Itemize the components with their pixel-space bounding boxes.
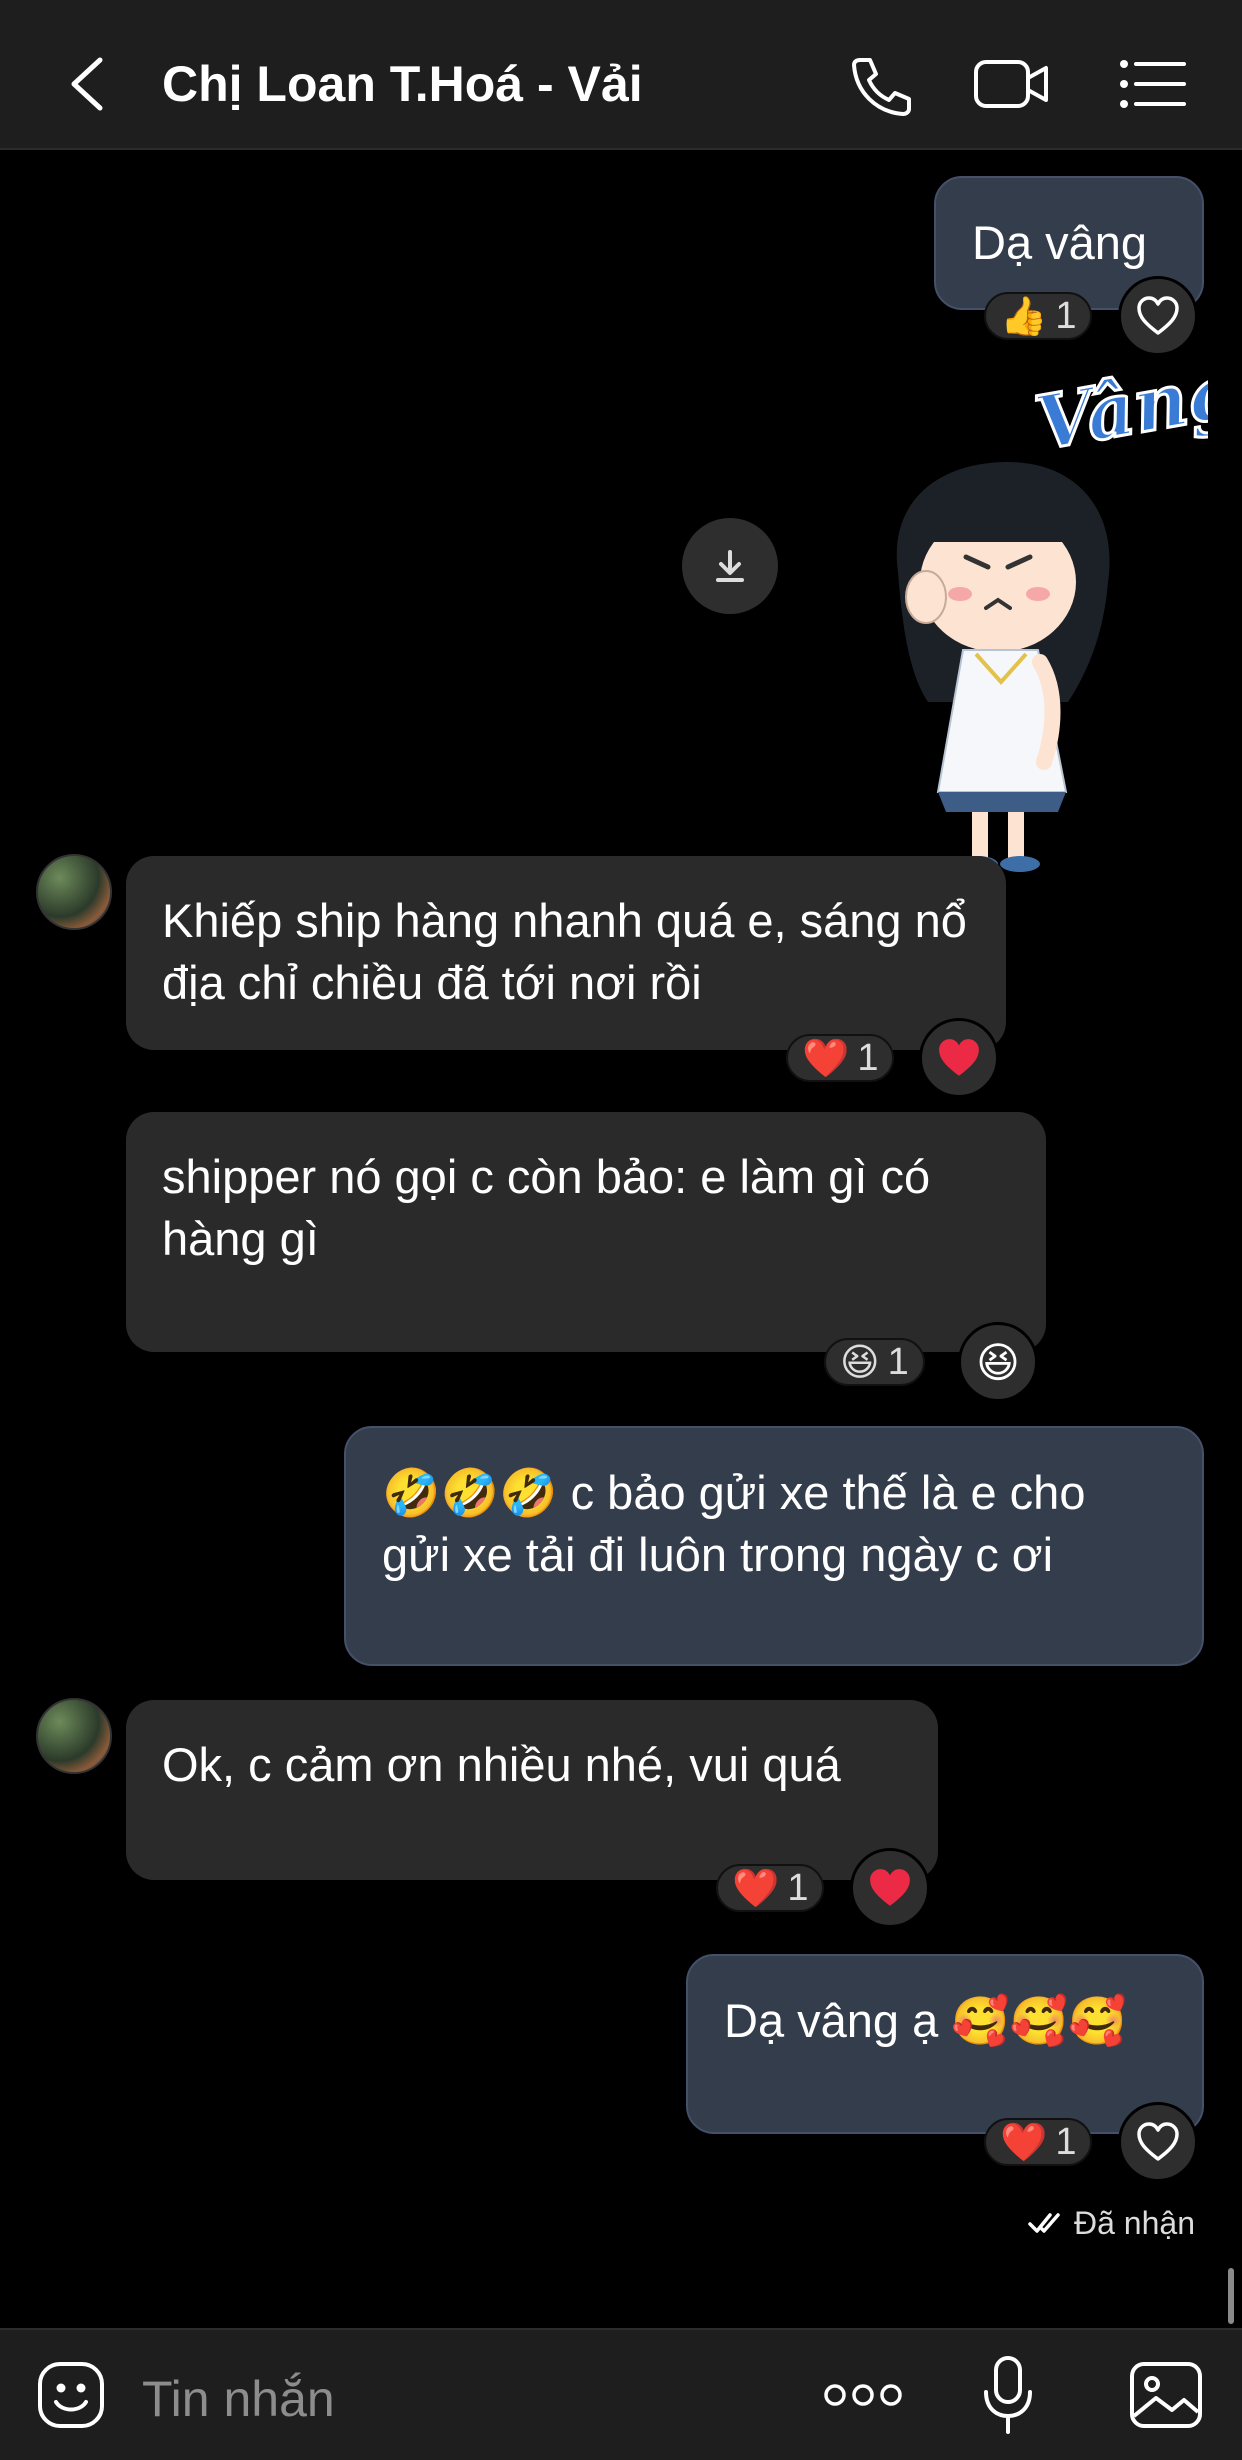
outgoing-message[interactable]: 🤣🤣🤣 c bảo gửi xe thế là e cho gửi xe tải… xyxy=(344,1426,1204,1666)
heart-reaction-icon: ❤️ xyxy=(1000,2119,1048,2164)
thumbs-up-icon: 👍 xyxy=(1000,293,1048,338)
react-heart-button[interactable] xyxy=(1118,276,1198,356)
double-check-icon xyxy=(1028,2213,1060,2233)
message-text: Dạ vâng xyxy=(972,216,1148,269)
reaction-summary[interactable]: ❤️ 1 xyxy=(786,1034,895,1082)
download-button[interactable] xyxy=(682,518,778,614)
react-heart-button[interactable] xyxy=(1118,2102,1198,2182)
incoming-message[interactable]: shipper nó gọi c còn bảo: e làm gì có hà… xyxy=(126,1112,1046,1352)
sticker-image[interactable]: Vâng xyxy=(868,372,1208,912)
message-text: shipper nó gọi c còn bảo: e làm gì có hà… xyxy=(162,1150,931,1265)
message-text: Ok, c cảm ơn nhiều nhé, vui quá xyxy=(162,1738,841,1791)
reaction-count: 1 xyxy=(857,1036,879,1079)
heart-filled-icon xyxy=(939,1039,979,1076)
reaction-summary[interactable]: ❤️ 1 xyxy=(716,1864,825,1912)
avatar[interactable] xyxy=(36,1698,112,1774)
chevron-left-icon[interactable] xyxy=(62,52,110,116)
react-heart-button[interactable] xyxy=(919,1018,999,1098)
composer-bar: Tin nhắn xyxy=(0,2328,1242,2460)
list-menu-icon[interactable] xyxy=(1114,52,1194,116)
message-text: Dạ vâng ạ 🥰🥰🥰 xyxy=(724,1994,1127,2047)
reaction-count: 1 xyxy=(787,1866,809,1909)
reaction-count: 1 xyxy=(887,1340,909,1383)
heart-filled-icon xyxy=(870,1869,910,1906)
reaction-count: 1 xyxy=(1055,294,1077,337)
reaction-summary[interactable]: ❤️ 1 xyxy=(984,2118,1093,2166)
incoming-message[interactable]: Ok, c cảm ơn nhiều nhé, vui quá xyxy=(126,1700,938,1880)
message-text: 🤣🤣🤣 c bảo gửi xe thế là e cho gửi xe tải… xyxy=(382,1466,1086,1581)
message-text: Khiếp ship hàng nhanh quá e, sáng nổ địa… xyxy=(162,894,967,1009)
heart-outline-icon xyxy=(1137,2122,1179,2161)
react-heart-button[interactable] xyxy=(850,1848,930,1928)
heart-reaction-icon: ❤️ xyxy=(732,1865,780,1910)
sticker-caption: Vâng xyxy=(1029,372,1208,467)
status-label: Đã nhận xyxy=(1074,2204,1195,2241)
avatar[interactable] xyxy=(36,854,112,930)
chat-title[interactable]: Chị Loan T.Hoá - Vải xyxy=(162,50,643,118)
delivery-status: Đã nhận xyxy=(1028,2200,1195,2246)
chat-header: Chị Loan T.Hoá - Vải xyxy=(0,0,1242,150)
more-dots-icon[interactable] xyxy=(822,2380,904,2410)
heart-outline-icon xyxy=(1137,296,1179,335)
heart-reaction-icon: ❤️ xyxy=(802,1035,850,1080)
download-icon xyxy=(716,550,744,582)
message-input[interactable]: Tin nhắn xyxy=(142,2370,335,2428)
reaction-summary[interactable]: 😆 1 xyxy=(824,1338,925,1386)
reaction-count: 1 xyxy=(1055,2120,1077,2163)
react-laugh-button[interactable]: 😆 xyxy=(958,1322,1038,1402)
incoming-message[interactable]: Khiếp ship hàng nhanh quá e, sáng nổ địa… xyxy=(126,856,1006,1050)
phone-icon[interactable] xyxy=(838,52,918,116)
microphone-icon[interactable] xyxy=(978,2354,1038,2438)
laughing-reaction-icon: 😆 xyxy=(840,1340,880,1384)
video-camera-icon[interactable] xyxy=(972,52,1052,116)
scrollbar[interactable] xyxy=(1228,2268,1234,2324)
outgoing-message[interactable]: Dạ vâng ạ 🥰🥰🥰 xyxy=(686,1954,1204,2134)
laughing-face-icon: 😆 xyxy=(976,1337,1020,1387)
image-icon[interactable] xyxy=(1128,2360,1204,2430)
reaction-summary[interactable]: 👍 1 xyxy=(984,292,1093,340)
smiley-icon[interactable] xyxy=(36,2360,106,2430)
message-list[interactable]: Dạ vâng 👍 1 Vâng Khiếp ship hàng nhanh q… xyxy=(0,150,1242,2326)
